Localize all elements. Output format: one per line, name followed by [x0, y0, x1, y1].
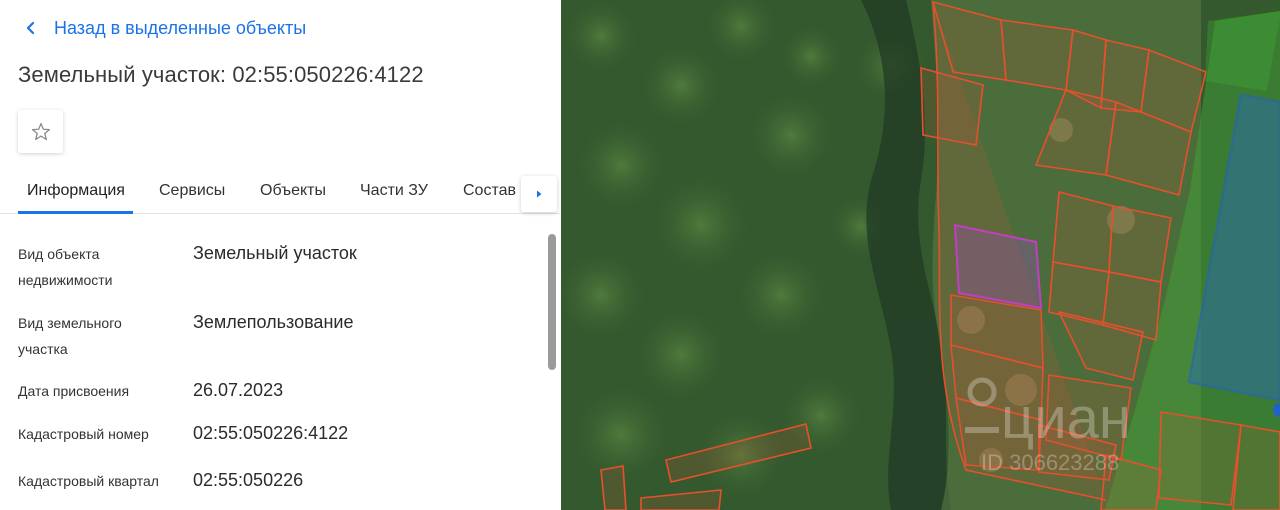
tab-objects[interactable]: Объекты	[260, 182, 326, 200]
property-type-label: Вид объекта недвижимости	[18, 246, 113, 288]
cadastral-number-label: Кадастровый номер	[18, 426, 149, 442]
back-link-label: Назад в выделенные объекты	[54, 17, 307, 38]
tab-services[interactable]: Сервисы	[159, 182, 225, 200]
assignment-date-label: Дата присвоения	[18, 383, 130, 399]
watermark-logo-text: циан	[1001, 386, 1131, 451]
back-link[interactable]: Назад в выделенные объекты	[24, 16, 306, 40]
green-zone-parcel	[1204, 10, 1280, 92]
tabs-next-button[interactable]	[521, 176, 557, 212]
cadastral-block-value: 02:55:050226	[193, 470, 304, 490]
land-type-value: Землепользование	[193, 312, 354, 332]
land-type-label: Вид земельного участка	[18, 315, 122, 357]
caret-right-icon	[537, 190, 542, 198]
chevron-left-icon	[26, 21, 35, 35]
favorite-button[interactable]	[18, 110, 63, 153]
cadastral-block-label: Кадастровый квартал	[18, 473, 159, 489]
tab-information[interactable]: Информация	[27, 182, 125, 200]
property-type-value: Земельный участок	[193, 243, 357, 263]
star-outline-icon	[31, 122, 50, 140]
active-tab-indicator	[18, 211, 133, 214]
page-title: Земельный участок: 02:55:050226:4122	[18, 62, 424, 87]
scrollbar-thumb[interactable]	[548, 234, 556, 370]
cadastral-number-value: 02:55:050226:4122	[193, 423, 349, 443]
map-view[interactable]: циан ID 306623288	[561, 0, 1280, 510]
info-panel: Назад в выделенные объекты Земельный уча…	[0, 0, 560, 510]
tab-composition[interactable]: Состав	[463, 182, 516, 200]
satellite-map[interactable]: циан ID 306623288	[561, 0, 1280, 510]
tab-parts[interactable]: Части ЗУ	[360, 182, 428, 200]
assignment-date-value: 26.07.2023	[193, 380, 284, 400]
tab-bar: Информация Сервисы Объекты Части ЗУ Сост…	[0, 172, 560, 214]
watermark-id-text: ID 306623288	[981, 450, 1119, 475]
